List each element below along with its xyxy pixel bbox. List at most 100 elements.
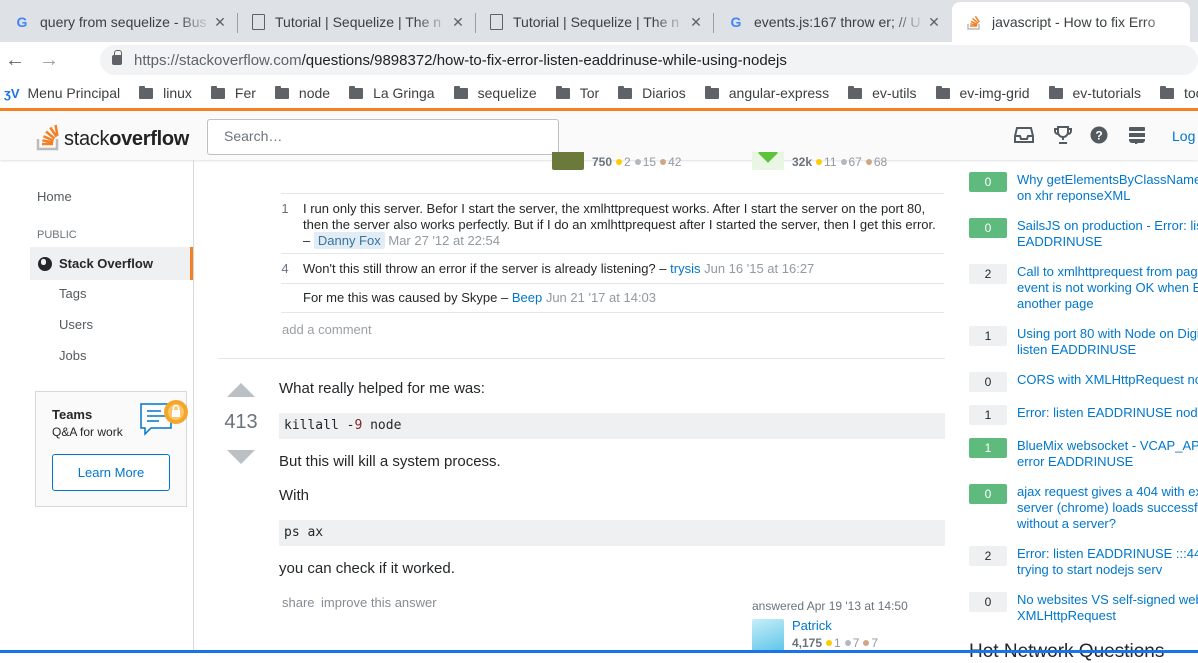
- document-icon: [252, 14, 265, 30]
- user-avatar[interactable]: [752, 619, 784, 651]
- close-icon[interactable]: ✕: [212, 14, 228, 31]
- bookmark-folder[interactable]: angular-express: [704, 85, 829, 101]
- folder-icon: [1159, 85, 1174, 99]
- answer-score: 2: [969, 264, 1007, 284]
- svg-text:?: ?: [1095, 129, 1102, 143]
- comment-user-link[interactable]: Beep: [512, 290, 542, 305]
- related-question-link[interactable]: Why getElementsByClassName work on xhr r…: [1017, 172, 1198, 204]
- folder-icon: [848, 85, 863, 99]
- bookmark-folder[interactable]: Fer: [210, 85, 256, 101]
- answer-score: 0: [969, 484, 1007, 504]
- tab-2[interactable]: Tutorial | Sequelize | The n ✕: [476, 2, 714, 42]
- close-icon[interactable]: ✕: [688, 14, 704, 31]
- bookmark-folder[interactable]: node: [274, 85, 330, 101]
- answer-paragraph: But this will kill a system process.: [279, 453, 501, 470]
- url-host: https://stackoverflow.com: [134, 51, 302, 69]
- search-input[interactable]: Search…: [207, 119, 559, 155]
- address-bar[interactable]: https://stackoverflow.com/questions/9898…: [100, 45, 1198, 75]
- comment-date[interactable]: Mar 27 '12 at 22:54: [388, 233, 500, 248]
- comment-date[interactable]: Jun 16 '15 at 16:27: [704, 261, 814, 276]
- gold-badge-icon: [616, 159, 623, 165]
- tab-0[interactable]: G query from sequelize - Bus ✕: [0, 2, 238, 42]
- answer-paragraph: What really helped for me was:: [279, 380, 485, 397]
- answer-score: 1: [969, 326, 1007, 346]
- back-arrow-icon[interactable]: ←: [0, 49, 30, 72]
- bookmark-folder[interactable]: too: [1159, 85, 1198, 101]
- folder-icon: [618, 85, 633, 99]
- upvote-arrow-icon[interactable]: [227, 383, 255, 397]
- nav-users[interactable]: Users: [59, 317, 93, 332]
- close-icon[interactable]: ✕: [926, 14, 942, 31]
- nav-jobs[interactable]: Jobs: [59, 348, 86, 363]
- related-question-link[interactable]: CORS with XMLHttpRequest no: [1017, 372, 1198, 388]
- tab-1[interactable]: Tutorial | Sequelize | The n ✕: [238, 2, 476, 42]
- learn-more-button[interactable]: Learn More: [52, 454, 170, 491]
- user-avatar[interactable]: [752, 152, 784, 170]
- comment-text: Won't this still throw an error if the s…: [303, 261, 667, 276]
- silver-badge-icon: [634, 159, 641, 165]
- add-comment-link[interactable]: add a comment: [282, 322, 372, 337]
- improve-answer-link[interactable]: improve this answer: [321, 595, 437, 610]
- user-rep-badges: 750 2 15 42: [592, 155, 682, 169]
- downvote-arrow-icon[interactable]: [227, 450, 255, 464]
- user-avatar[interactable]: [552, 152, 584, 170]
- logo-text-bold: overflow: [109, 128, 190, 150]
- comment-user-link[interactable]: Danny Fox: [313, 232, 385, 249]
- bookmark-menu-principal[interactable]: ʒV Menu Principal: [4, 85, 120, 101]
- code-block: ps ax: [279, 520, 945, 546]
- inbox-icon[interactable]: [1014, 126, 1034, 146]
- folder-icon: [935, 85, 950, 99]
- bookmarks-bar: ʒV Menu Principal linux Fer node La Gring…: [0, 78, 1198, 108]
- related-question-link[interactable]: Error: listen EADDRINUSE node: [1017, 405, 1198, 421]
- help-icon[interactable]: ?: [1089, 126, 1109, 146]
- answer-score: 0: [969, 172, 1007, 192]
- answer-user-link[interactable]: Patrick: [792, 618, 832, 633]
- bookmark-folder[interactable]: ev-tutorials: [1048, 85, 1141, 101]
- nav-home[interactable]: Home: [37, 189, 72, 204]
- silver-badge-icon: [840, 159, 847, 165]
- forward-arrow-icon[interactable]: →: [34, 49, 64, 72]
- trophy-icon[interactable]: [1053, 126, 1073, 146]
- folder-icon: [1048, 85, 1063, 99]
- answer-divider: [218, 358, 945, 359]
- vote-cell: 413: [219, 383, 263, 464]
- folder-icon: [139, 85, 154, 99]
- bookmark-folder[interactable]: sequelize: [453, 85, 537, 101]
- related-question-link[interactable]: BlueMix websocket - VCAP_APP error EADDR…: [1017, 438, 1198, 470]
- related-question-link[interactable]: Error: listen EADDRINUSE :::44 when tryi…: [1017, 546, 1198, 578]
- bookmark-folder[interactable]: ev-utils: [848, 85, 917, 101]
- tab-3[interactable]: G events.js:167 throw er; // U ✕: [714, 2, 952, 42]
- related-question-link[interactable]: No websites VS self-signed web XMLHttpRe…: [1017, 592, 1198, 624]
- tab-title: Tutorial | Sequelize | The n: [275, 14, 442, 30]
- bookmark-folder[interactable]: La Gringa: [349, 85, 435, 101]
- nav-tags[interactable]: Tags: [59, 286, 86, 301]
- related-question-link[interactable]: Using port 80 with Node on Digi Error: l…: [1017, 326, 1198, 358]
- so-logo[interactable]: stack overflow: [36, 121, 189, 151]
- answer-paragraph: you can check if it worked.: [279, 560, 455, 577]
- app-icon: ʒV: [4, 85, 20, 101]
- related-question-link[interactable]: ajax request gives a 404 with ex server …: [1017, 484, 1198, 532]
- bookmark-folder[interactable]: linux: [139, 85, 192, 101]
- comment-date[interactable]: Jun 21 '17 at 14:03: [546, 290, 656, 305]
- bookmark-folder[interactable]: Tor: [555, 85, 599, 101]
- bookmark-folder[interactable]: ev-img-grid: [935, 85, 1030, 101]
- lock-icon: [112, 50, 122, 65]
- share-link[interactable]: share: [282, 595, 315, 610]
- login-link[interactable]: Log: [1172, 128, 1195, 144]
- bookmark-folder[interactable]: Diarios: [618, 85, 686, 101]
- tab-title: Tutorial | Sequelize | The n: [513, 14, 680, 30]
- answer-score: 2: [969, 546, 1007, 566]
- related-question-link[interactable]: Call to xmlhttprequest from page event i…: [1017, 264, 1198, 312]
- answer-score: 0: [969, 372, 1007, 392]
- tab-4-active[interactable]: javascript - How to fix Erro: [952, 2, 1190, 42]
- silver-badge-icon: [844, 640, 851, 646]
- answer-score: 1: [969, 405, 1007, 425]
- teams-subtitle: Q&A for work: [52, 425, 123, 439]
- related-question-link[interactable]: SailsJS on production - Error: listen EA…: [1017, 218, 1198, 250]
- stack-exchange-icon[interactable]: [1127, 126, 1147, 146]
- comment-user-link[interactable]: trysis: [670, 261, 700, 276]
- folder-icon: [349, 85, 364, 99]
- nav-stack-overflow[interactable]: Stack Overflow: [30, 247, 193, 280]
- answer-score: 1: [969, 438, 1007, 458]
- close-icon[interactable]: ✕: [450, 14, 466, 31]
